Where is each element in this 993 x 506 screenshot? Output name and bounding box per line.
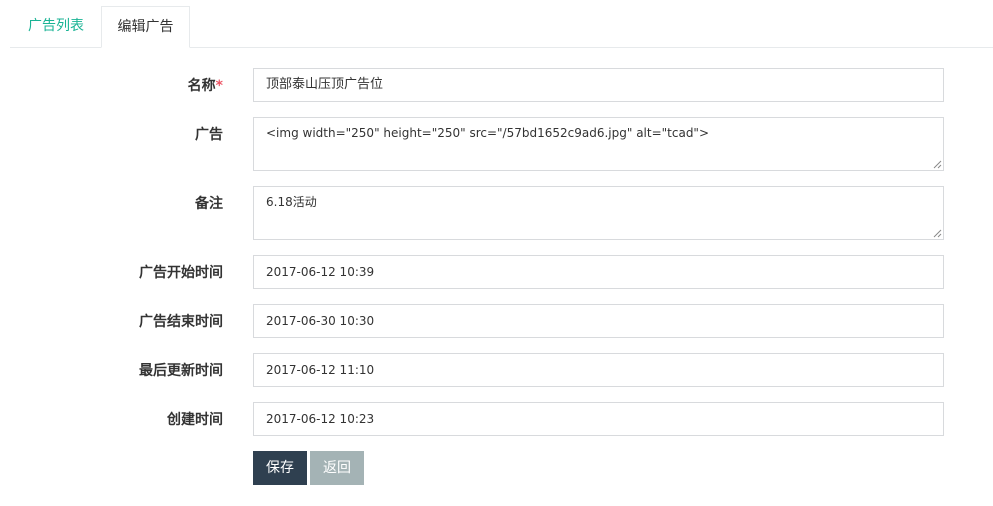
name-label-text: 名称: [187, 78, 216, 94]
note-label: 备注: [195, 196, 223, 212]
name-input[interactable]: 顶部泰山压顶广告位: [253, 68, 944, 102]
ad-textarea-value: <img width="250" height="250" src="/57bd…: [266, 126, 710, 140]
edit-ad-page: 广告列表 编辑广告 名称* 顶部泰山压顶广告位 广告 <img width="2…: [0, 0, 993, 506]
note-textarea-value: 6.18活动: [266, 195, 317, 209]
ad-label: 广告: [195, 127, 223, 143]
created-time-input[interactable]: 2017-06-12 10:23: [253, 402, 944, 436]
note-textarea[interactable]: 6.18活动: [253, 186, 944, 240]
updated-time-input[interactable]: 2017-06-12 11:10: [253, 353, 944, 387]
ad-textarea[interactable]: <img width="250" height="250" src="/57bd…: [253, 117, 944, 171]
required-mark: *: [215, 78, 223, 94]
back-button[interactable]: 返回: [310, 451, 364, 485]
updated-time-label: 最后更新时间: [139, 363, 223, 379]
resize-grip-icon[interactable]: [933, 229, 942, 238]
end-time-label: 广告结束时间: [139, 314, 223, 330]
name-label: 名称*: [188, 75, 223, 95]
tab-bar: 广告列表 编辑广告: [0, 0, 993, 48]
tab-edit-ad[interactable]: 编辑广告: [101, 6, 190, 48]
created-time-label: 创建时间: [167, 412, 223, 428]
tab-ad-list[interactable]: 广告列表: [12, 6, 100, 47]
resize-grip-icon[interactable]: [933, 160, 942, 169]
end-time-input[interactable]: 2017-06-30 10:30: [253, 304, 944, 338]
save-button[interactable]: 保存: [253, 451, 307, 485]
start-time-label: 广告开始时间: [139, 265, 223, 281]
start-time-input[interactable]: 2017-06-12 10:39: [253, 255, 944, 289]
